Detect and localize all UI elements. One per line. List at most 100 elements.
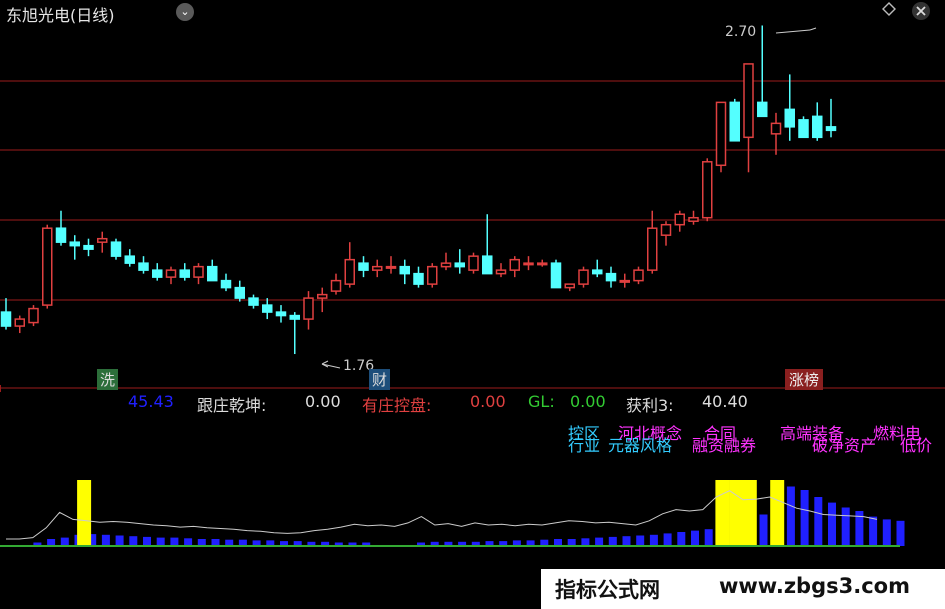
highlight-bar (715, 480, 730, 546)
gl-label: GL: (528, 392, 555, 411)
candle-body (674, 213, 685, 226)
candle-body (179, 269, 190, 278)
watermark: 指标公式网 www.zbgs3.com (541, 569, 945, 609)
candle-body (784, 108, 795, 128)
candle-body (165, 269, 177, 278)
candle-body (14, 318, 25, 327)
highlight-bar (77, 480, 92, 546)
volume-bar (622, 536, 631, 546)
candle-body (825, 126, 837, 132)
volume-bar (691, 530, 699, 546)
volume-bar (608, 536, 617, 546)
candle-body (688, 216, 699, 222)
candle-body (770, 122, 782, 135)
candle-body (193, 265, 204, 278)
candle-body (605, 272, 617, 282)
overlay-d2: 破净资产 (812, 436, 877, 455)
genzhuang-value: 0.00 (305, 392, 341, 411)
volume-bar (60, 537, 69, 546)
volume-bar (101, 534, 110, 546)
volume-bar (115, 535, 124, 546)
huoli-value: 40.40 (702, 392, 748, 411)
volume-bar (814, 497, 823, 546)
volume-bar (841, 507, 850, 546)
genzhuang-label: 跟庄乾坤: (197, 396, 267, 415)
overlay-c2: 融资融券 (692, 436, 757, 455)
candle-body (152, 269, 163, 278)
candle-body (28, 307, 39, 324)
candle-body (537, 262, 548, 266)
candle-body (482, 255, 493, 275)
indicator-value1: 45.43 (128, 392, 174, 411)
candle-body (385, 265, 397, 269)
candlestick-chart (0, 25, 945, 392)
candle-body (69, 241, 80, 247)
overlay-a2: 行业 (568, 436, 601, 455)
candle-body (275, 311, 287, 317)
youzhuang-label: 有庄控盘: (362, 396, 432, 415)
candle-body (743, 63, 754, 139)
candle-body (468, 255, 479, 271)
candle-body (55, 227, 67, 243)
volume-bar (759, 514, 768, 546)
candle-body (110, 241, 122, 257)
candle-body (660, 223, 672, 236)
candle-body (42, 227, 53, 306)
volume-bar (554, 539, 562, 546)
overlay-b2: 元器风格 (608, 436, 673, 455)
volume-bar (211, 539, 220, 546)
candle-body (592, 269, 603, 275)
volume-bar (595, 537, 604, 546)
candle-body (220, 279, 232, 289)
volume-bar (663, 533, 672, 546)
volume-bar (800, 490, 809, 546)
candle-body (138, 262, 149, 271)
candle-body (509, 258, 520, 271)
volume-bar (786, 486, 795, 546)
gl-value: 0.00 (570, 392, 606, 411)
candle-body (729, 101, 740, 142)
volume-bar (896, 520, 905, 546)
volume-bar (143, 536, 151, 546)
candle-body (344, 258, 355, 285)
volume-bar (567, 539, 576, 546)
stock-chart-window: 东旭光电(日线) ⌄ 2.70 1.76 洗 财 涨榜 45.43 跟庄乾坤: … (0, 0, 945, 609)
volume-bar (197, 539, 206, 546)
huoli-label: 获利3: (626, 396, 674, 415)
candle-body (633, 269, 644, 282)
candle-body (399, 265, 410, 275)
volume-bar (649, 534, 658, 546)
candle-body (124, 255, 135, 264)
volume-bar (636, 535, 645, 546)
candle-body (262, 304, 273, 313)
volume-bar (170, 537, 179, 546)
candle-body (715, 101, 727, 167)
candle-body (234, 286, 245, 299)
highlight-bar (770, 480, 785, 546)
candle-body (97, 237, 108, 243)
volume-bar (828, 502, 836, 546)
high-price-label: 2.70 (725, 24, 757, 40)
candle-body (440, 262, 452, 268)
volume-bar (704, 529, 713, 546)
candle-body (578, 269, 589, 285)
candle-body (248, 297, 259, 306)
candle-body (798, 119, 809, 139)
volume-bar (882, 519, 891, 546)
signal-tag-zhangbang: 涨榜 (785, 369, 824, 390)
signal-tag-green: 洗 (97, 369, 119, 390)
candle-body (523, 262, 534, 266)
watermark-url: www.zbgs3.com (719, 574, 910, 598)
volume-bar (156, 537, 165, 546)
candle-body (702, 161, 713, 219)
candle-body (619, 279, 630, 283)
volume-bar (184, 538, 193, 546)
youzhuang-value: 0.00 (470, 392, 506, 411)
candle-body (812, 115, 823, 139)
candle-body (0, 311, 12, 327)
candle-body (564, 283, 575, 289)
candle-body (317, 293, 328, 299)
candle-body (303, 297, 314, 320)
signal-tag-cai: 财 (369, 369, 391, 390)
highlight-bar (742, 480, 757, 546)
